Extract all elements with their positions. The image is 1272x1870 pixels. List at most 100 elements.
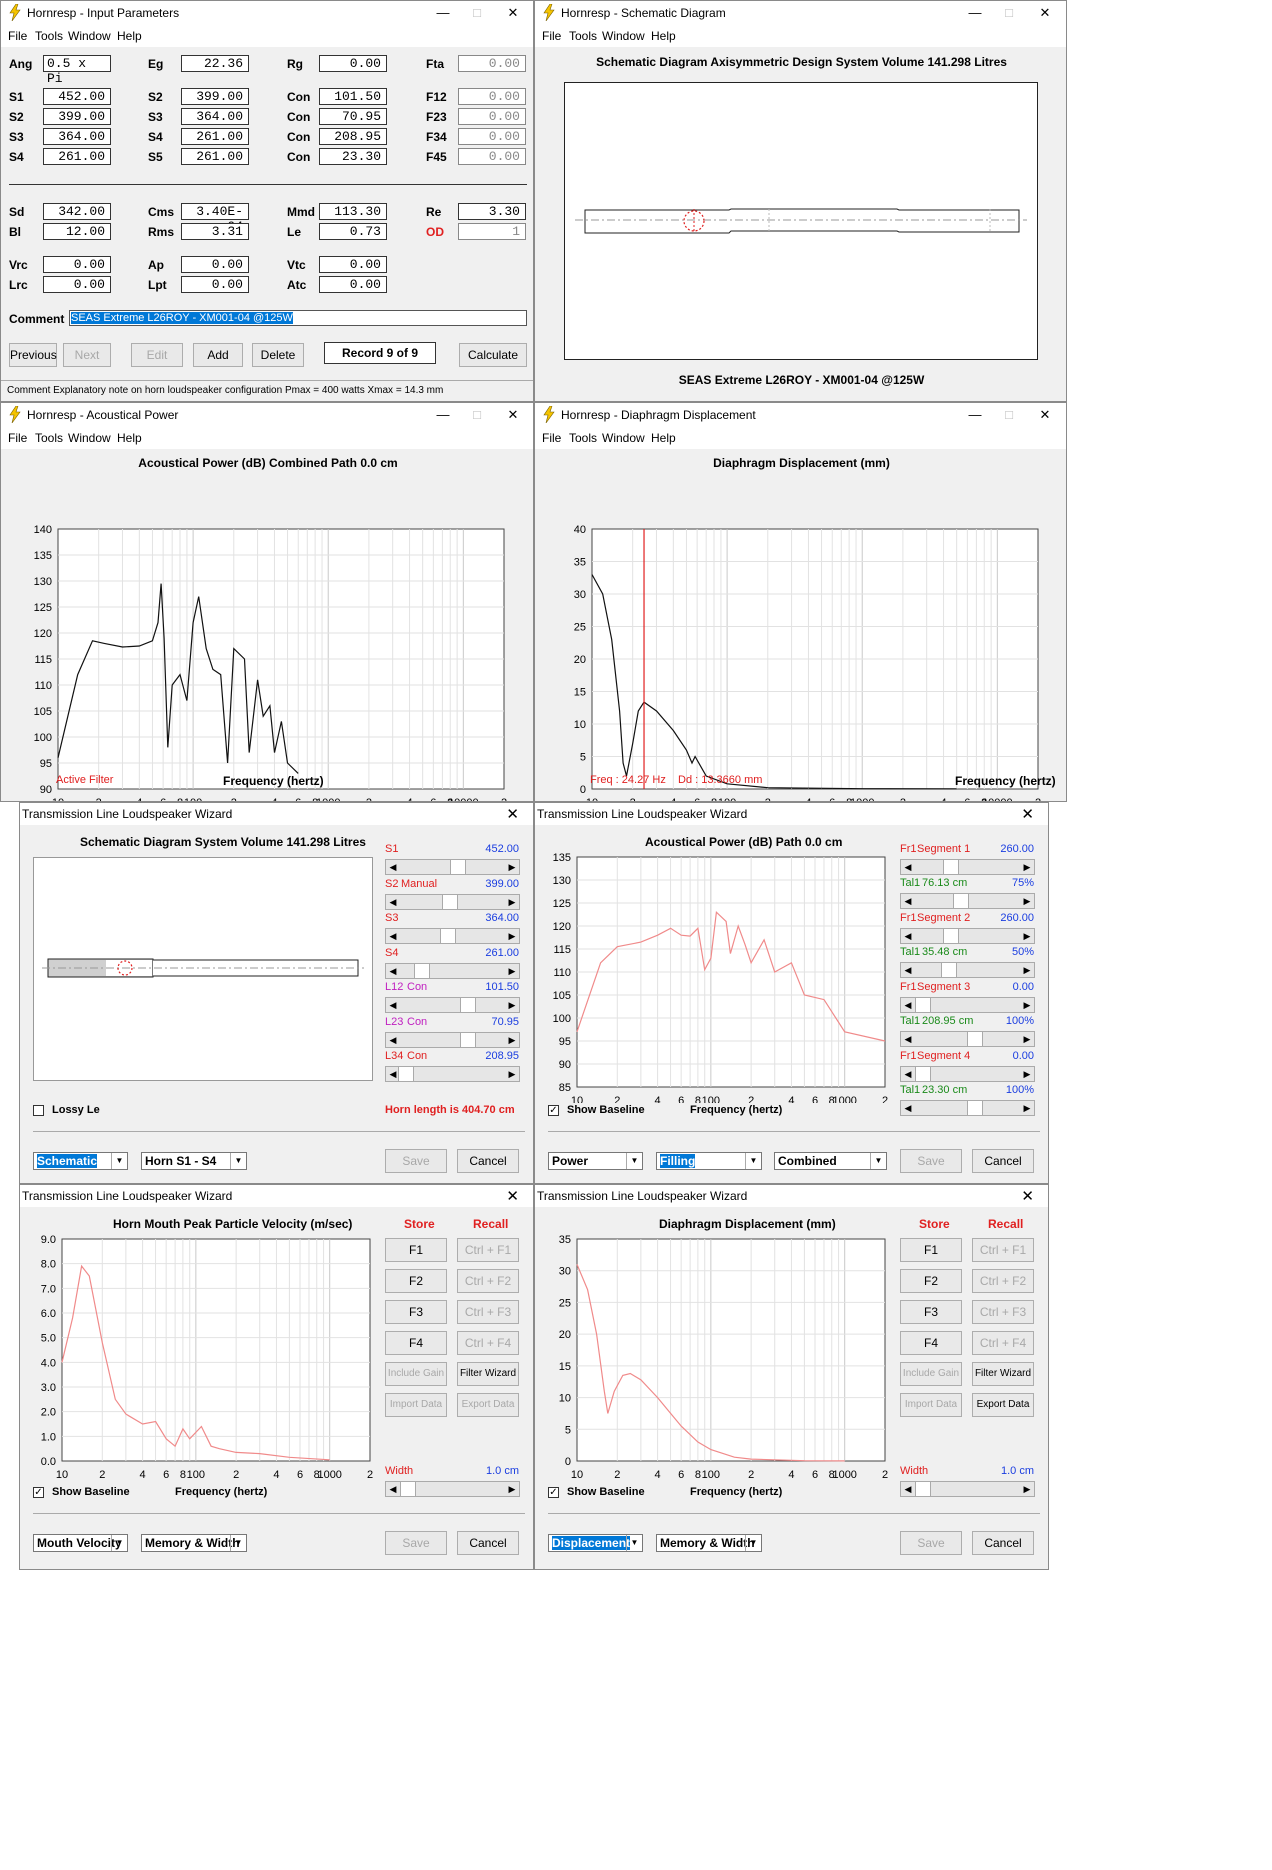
menu-file[interactable]: File (542, 431, 561, 445)
menu-tools[interactable]: Tools (569, 431, 597, 445)
s_rows-field[interactable]: 399.00 (181, 88, 249, 105)
view-select[interactable]: Schematic ▼ (33, 1152, 128, 1170)
menu-tools[interactable]: Tools (35, 29, 63, 43)
arrow-left-icon[interactable]: ◀ (386, 1482, 400, 1496)
slider-thumb[interactable] (450, 860, 466, 874)
export-data-button[interactable]: Export Data (457, 1393, 519, 1417)
arrow-left-icon[interactable]: ◀ (386, 895, 400, 909)
v_rows-field[interactable]: 0.00 (181, 276, 249, 293)
v_rows-field[interactable]: 0.00 (319, 276, 387, 293)
filter-wizard-button[interactable]: Filter Wizard (457, 1362, 519, 1386)
view-select[interactable]: Mouth Velocity ▼ (33, 1534, 128, 1552)
store-f2-button[interactable]: F2 (385, 1269, 447, 1293)
maximize-icon[interactable]: □ (992, 3, 1026, 23)
arrow-left-icon[interactable]: ◀ (386, 929, 400, 943)
comment-field[interactable]: SEAS Extreme L26ROY - XM001-04 @125W (69, 310, 527, 326)
arrow-left-icon[interactable]: ◀ (901, 1067, 915, 1081)
arrow-left-icon[interactable]: ◀ (901, 963, 915, 977)
menu-window[interactable]: Window (68, 29, 111, 43)
s_rows-field[interactable]: 0.00 (458, 88, 526, 105)
v_rows-field[interactable]: 0.00 (181, 256, 249, 273)
width-slider[interactable]: ◀ ▶ (900, 1481, 1035, 1497)
import-data-button[interactable]: Import Data (385, 1393, 447, 1417)
maximize-icon[interactable]: □ (460, 405, 494, 425)
previous-button[interactable]: Previous (9, 343, 57, 367)
menu-help[interactable]: Help (651, 29, 676, 43)
slider-thumb[interactable] (460, 1032, 476, 1047)
slider-thumb[interactable] (440, 929, 456, 943)
segment-fr-slider[interactable]: ◀ ▶ (900, 928, 1035, 944)
v_rows-field[interactable]: 0.00 (319, 256, 387, 273)
cancel-button[interactable]: Cancel (972, 1149, 1034, 1173)
menu-tools[interactable]: Tools (569, 29, 597, 43)
arrow-right-icon[interactable]: ▶ (1020, 998, 1034, 1012)
v_rows-field[interactable]: 0.00 (43, 276, 111, 293)
s_rows-field[interactable]: 101.50 (319, 88, 387, 105)
save-button[interactable]: Save (900, 1149, 962, 1173)
store-f1-button[interactable]: F1 (385, 1238, 447, 1262)
arrow-right-icon[interactable]: ▶ (1020, 1067, 1034, 1081)
arrow-right-icon[interactable]: ▶ (505, 1067, 519, 1081)
menu-window[interactable]: Window (602, 29, 645, 43)
s_rows-field[interactable]: 208.95 (319, 128, 387, 145)
menu-file[interactable]: File (8, 431, 27, 445)
s_rows-field[interactable]: 0.00 (458, 128, 526, 145)
arrow-right-icon[interactable]: ▶ (1020, 1032, 1034, 1046)
arrow-right-icon[interactable]: ▶ (505, 964, 519, 978)
view-select[interactable]: Displacement ▼ (548, 1534, 643, 1552)
segment-tal-slider[interactable]: ◀ ▶ (900, 893, 1035, 909)
show-baseline-checkbox[interactable]: ✓ (548, 1487, 559, 1498)
d_rows-field[interactable]: 3.30 (458, 203, 526, 220)
close-icon[interactable]: ✕ (1021, 805, 1034, 823)
maximize-icon[interactable]: □ (992, 405, 1026, 425)
slider-thumb[interactable] (414, 963, 430, 978)
calculate-button[interactable]: Calculate (459, 343, 527, 367)
segment-tal-slider[interactable]: ◀ ▶ (900, 962, 1035, 978)
add-button[interactable]: Add (193, 343, 243, 367)
s_rows-field[interactable]: 261.00 (181, 148, 249, 165)
param-slider[interactable]: ◀ ▶ (385, 859, 520, 875)
arrow-left-icon[interactable]: ◀ (386, 964, 400, 978)
save-button[interactable]: Save (385, 1149, 447, 1173)
segment-fr-slider[interactable]: ◀ ▶ (900, 1066, 1035, 1082)
recall-f4-button[interactable]: Ctrl + F4 (972, 1331, 1034, 1355)
width-slider[interactable]: ◀ ▶ (385, 1481, 520, 1497)
d_rows-field[interactable]: 113.30 (319, 203, 387, 220)
menu-window[interactable]: Window (68, 431, 111, 445)
lossy-le-checkbox[interactable] (33, 1105, 44, 1116)
segment-tal-slider[interactable]: ◀ ▶ (900, 1031, 1035, 1047)
store-f3-button[interactable]: F3 (385, 1300, 447, 1324)
s_rows-field[interactable]: 0.00 (458, 108, 526, 125)
d_rows-field[interactable]: 0.73 (319, 223, 387, 240)
maximize-icon[interactable]: □ (460, 3, 494, 23)
recall-f1-button[interactable]: Ctrl + F1 (972, 1238, 1034, 1262)
close-icon[interactable]: ✕ (496, 405, 530, 425)
cancel-button[interactable]: Cancel (457, 1531, 519, 1555)
save-button[interactable]: Save (900, 1531, 962, 1555)
s_rows-field[interactable]: 364.00 (181, 108, 249, 125)
close-icon[interactable]: ✕ (506, 805, 519, 823)
arrow-right-icon[interactable]: ▶ (1020, 894, 1034, 908)
cancel-button[interactable]: Cancel (457, 1149, 519, 1173)
arrow-left-icon[interactable]: ◀ (901, 1482, 915, 1496)
export-data-button[interactable]: Export Data (972, 1393, 1034, 1417)
minimize-icon[interactable]: — (958, 405, 992, 425)
arrow-left-icon[interactable]: ◀ (901, 860, 915, 874)
show-baseline-checkbox[interactable]: ✓ (33, 1487, 44, 1498)
arrow-right-icon[interactable]: ▶ (1020, 929, 1034, 943)
arrow-left-icon[interactable]: ◀ (901, 1101, 915, 1115)
param-slider[interactable]: ◀ ▶ (385, 962, 520, 979)
d_rows-field[interactable]: 12.00 (43, 223, 111, 240)
include-gain-button[interactable]: Include Gain (900, 1362, 962, 1386)
param-slider[interactable]: ◀ ▶ (385, 997, 520, 1013)
arrow-left-icon[interactable]: ◀ (901, 894, 915, 908)
menu-help[interactable]: Help (117, 29, 142, 43)
store-f2-button[interactable]: F2 (900, 1269, 962, 1293)
store-f1-button[interactable]: F1 (900, 1238, 962, 1262)
s_rows-field[interactable]: 23.30 (319, 148, 387, 165)
import-data-button[interactable]: Import Data (900, 1393, 962, 1417)
recall-f3-button[interactable]: Ctrl + F3 (972, 1300, 1034, 1324)
menu-help[interactable]: Help (117, 431, 142, 445)
arrow-left-icon[interactable]: ◀ (386, 998, 400, 1012)
s_rows-field[interactable]: 261.00 (43, 148, 111, 165)
